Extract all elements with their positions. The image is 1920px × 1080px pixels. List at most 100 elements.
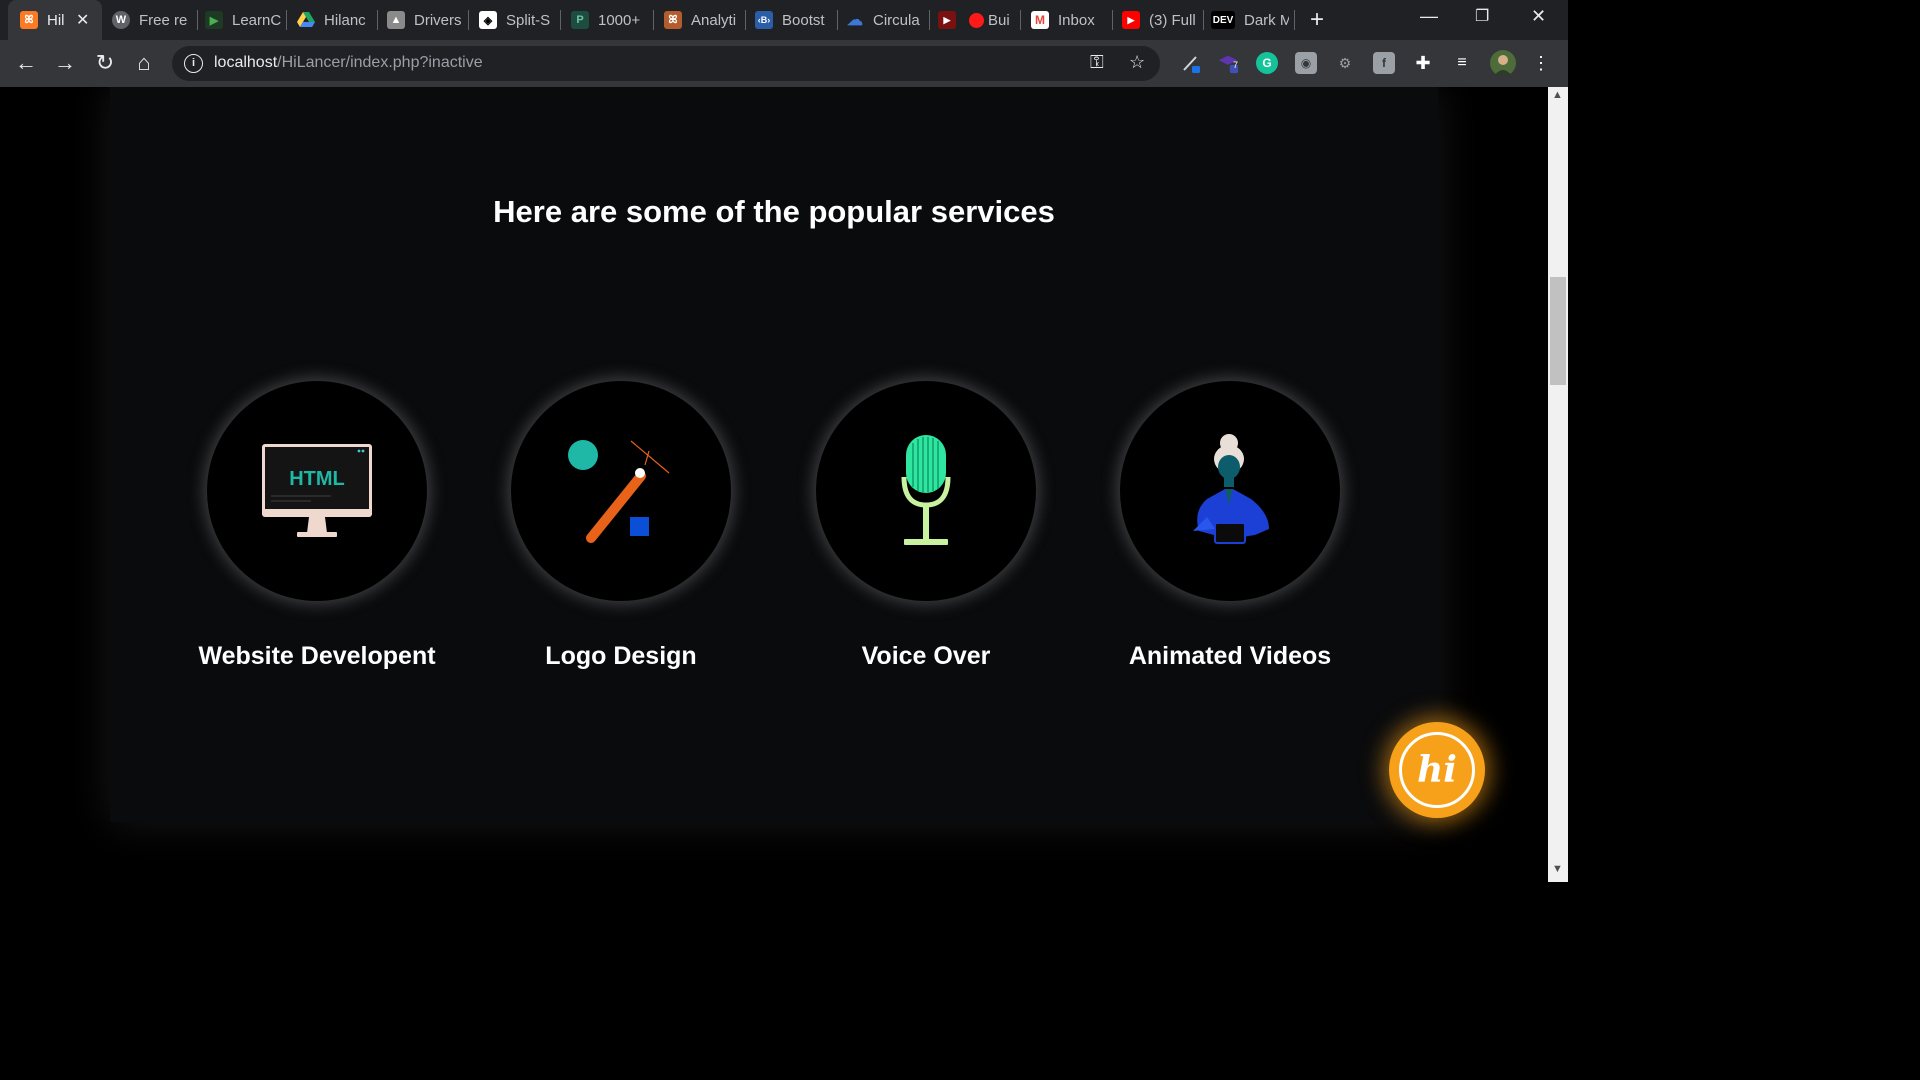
- section-heading: Here are some of the popular services: [493, 194, 1055, 229]
- tab-label: Analyti: [691, 11, 737, 29]
- tab-label: Circula: [873, 11, 920, 29]
- address-bar[interactable]: i localhost/HiLancer/index.php?inactive …: [172, 46, 1160, 81]
- tab-label: (3) Full: [1149, 11, 1196, 29]
- grammarly-icon[interactable]: G: [1256, 52, 1278, 74]
- tab-label: Split-S: [506, 11, 551, 29]
- tab-label: Dark M: [1244, 11, 1289, 29]
- tab-label: Hilanc: [324, 11, 366, 29]
- google-drive-icon: [297, 11, 315, 29]
- tab-bootstrap[interactable]: ‹B› Bootst: [755, 0, 829, 40]
- drivers-icon: ▲: [387, 11, 405, 29]
- tab-youtube-full[interactable]: ▶ (3) Full: [1122, 0, 1196, 40]
- tab-separator: [653, 10, 654, 30]
- tab-label: 1000+: [598, 11, 641, 29]
- tab-label: LearnC: [232, 11, 281, 29]
- page-scrollbar[interactable]: ▲ ▼: [1548, 87, 1568, 882]
- tab-youtube-pinned[interactable]: ▶: [938, 0, 960, 40]
- site-info-icon[interactable]: i: [184, 54, 203, 73]
- url-path: /HiLancer/index.php?inactive: [277, 54, 483, 71]
- scroll-up-arrow-icon[interactable]: ▲: [1552, 89, 1563, 101]
- reload-icon[interactable]: ↻: [92, 50, 118, 76]
- service-card-website-development[interactable]: HTML Website Developent: [167, 381, 467, 671]
- color-picker-extension-icon[interactable]: [1180, 52, 1202, 74]
- graduation-cap-extension-icon[interactable]: 7: [1217, 52, 1239, 74]
- svg-text:HTML: HTML: [289, 468, 345, 490]
- tab-label: Inbox: [1058, 11, 1095, 29]
- back-icon[interactable]: ←: [13, 50, 39, 76]
- key-icon[interactable]: ⚿: [1090, 52, 1104, 73]
- tab-split-screen[interactable]: ◈ Split-S: [479, 0, 553, 40]
- html-monitor-icon: HTML: [262, 444, 372, 537]
- tab-label: Drivers: [414, 11, 462, 29]
- tab-separator: [1294, 10, 1295, 30]
- xampp-icon: ꕤ: [20, 11, 38, 29]
- tab-label: Bui: [988, 11, 1010, 29]
- restore-icon[interactable]: ❐: [1475, 6, 1489, 26]
- close-tab-icon[interactable]: ✕: [76, 10, 89, 30]
- close-window-icon[interactable]: ✕: [1531, 6, 1546, 27]
- wordpress-icon: W: [112, 11, 130, 29]
- chat-widget-button[interactable]: hi: [1389, 722, 1485, 818]
- service-card-voice-over[interactable]: Voice Over: [776, 381, 1076, 671]
- tab-separator: [1203, 10, 1204, 30]
- service-icon-circle: [1120, 381, 1340, 601]
- home-icon[interactable]: ⌂: [131, 50, 157, 76]
- tab-1000-plus[interactable]: P 1000+: [571, 0, 645, 40]
- logo-design-icon: [568, 440, 670, 543]
- service-icon-circle: [511, 381, 731, 601]
- browser-tab-strip: ꕤ Hil ✕ W Free re ▶ LearnC Hilanc ▲ Driv…: [0, 0, 1568, 40]
- profile-avatar[interactable]: [1490, 50, 1516, 76]
- bookmark-star-icon[interactable]: ☆: [1129, 52, 1145, 73]
- cloud-icon: ☁: [847, 12, 863, 29]
- puzzle-piece-icon[interactable]: ⚙: [1334, 52, 1356, 74]
- service-card-animated-videos[interactable]: Animated Videos: [1080, 381, 1380, 671]
- tab-drivers[interactable]: ▲ Drivers: [387, 0, 463, 40]
- tab-label: Free re: [139, 11, 188, 29]
- browser-toolbar: ← → ↻ ⌂ i localhost/HiLancer/index.php?i…: [0, 40, 1568, 87]
- scrollbar-thumb[interactable]: [1550, 277, 1566, 385]
- youtube-icon: ▶: [938, 11, 956, 29]
- screenshot-camera-icon[interactable]: ◉: [1295, 52, 1317, 74]
- tab-separator: [377, 10, 378, 30]
- service-title: Voice Over: [861, 642, 991, 670]
- more-menu-icon[interactable]: ⋮: [1530, 52, 1552, 74]
- tab-dev-dark-mode[interactable]: DEV Dark M: [1211, 0, 1289, 40]
- scroll-down-arrow-icon[interactable]: ▼: [1552, 863, 1563, 875]
- tab-separator: [560, 10, 561, 30]
- freepik-icon: P: [571, 11, 589, 29]
- services-section: Here are some of the popular services HT…: [110, 87, 1438, 822]
- animated-person-icon: [1193, 434, 1269, 544]
- youtube-icon: ▶: [1122, 11, 1140, 29]
- bootstrap-icon: ‹B›: [755, 11, 773, 29]
- codepen-icon: ◈: [479, 11, 497, 29]
- minimize-icon[interactable]: —: [1420, 6, 1438, 27]
- gmail-icon: M: [1031, 11, 1049, 29]
- url-host: localhost: [214, 54, 278, 71]
- extension-badge: 7: [1233, 60, 1239, 70]
- tab-circular[interactable]: ☁ Circula: [846, 0, 922, 40]
- tab-gmail-inbox[interactable]: M Inbox: [1031, 0, 1105, 40]
- tab-free-resources[interactable]: W Free re: [112, 0, 192, 40]
- tab-learncode[interactable]: ▶ LearnC: [205, 0, 281, 40]
- tab-label: Hil: [47, 11, 65, 29]
- forward-icon[interactable]: →: [52, 50, 78, 76]
- tab-hilancer-drive[interactable]: Hilanc: [297, 0, 371, 40]
- extensions-icon[interactable]: ✚: [1412, 52, 1434, 74]
- url-text[interactable]: localhost/HiLancer/index.php?inactive: [214, 54, 483, 72]
- service-title: Website Developent: [198, 642, 436, 670]
- record-icon: [969, 12, 984, 28]
- tab-separator: [197, 10, 198, 30]
- new-tab-button[interactable]: +: [1310, 6, 1324, 34]
- tab-analytics[interactable]: ꕤ Analyti: [664, 0, 738, 40]
- tab-build[interactable]: Bui: [969, 0, 1015, 40]
- learncode-icon: ▶: [205, 11, 223, 29]
- service-icon-circle: [816, 381, 1036, 601]
- tab-separator: [468, 10, 469, 30]
- tab-separator: [745, 10, 746, 30]
- service-card-logo-design[interactable]: Logo Design: [471, 381, 771, 671]
- tab-separator: [286, 10, 287, 30]
- media-playlist-icon[interactable]: ≡: [1451, 52, 1473, 74]
- tab-separator: [837, 10, 838, 30]
- service-title: Logo Design: [545, 642, 697, 670]
- font-extension-icon[interactable]: f: [1373, 52, 1395, 74]
